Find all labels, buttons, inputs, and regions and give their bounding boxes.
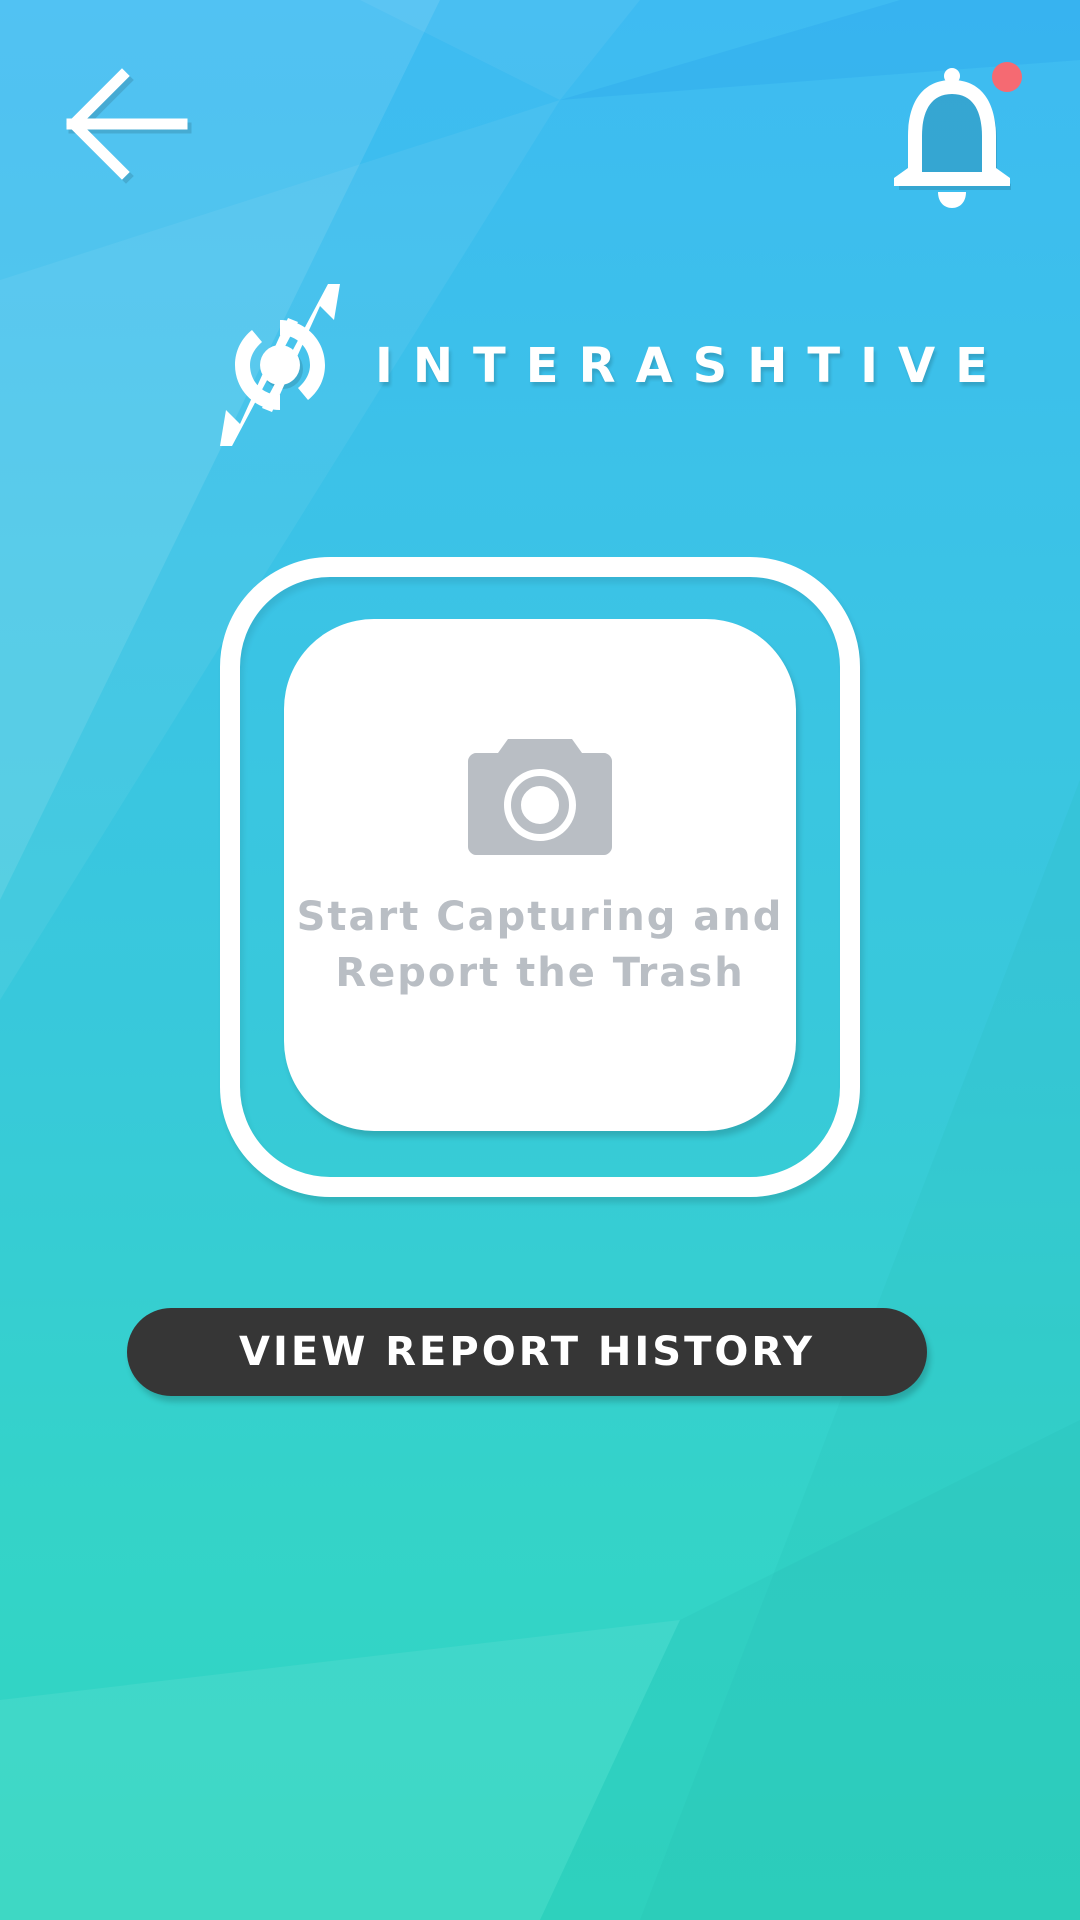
capture-label: Start Capturing and Report the Trash — [296, 894, 784, 996]
back-button[interactable] — [62, 60, 192, 190]
camera-icon — [468, 739, 612, 855]
view-report-history-button[interactable]: VIEW REPORT HISTORY — [127, 1308, 927, 1396]
notification-badge — [992, 62, 1022, 92]
arrow-left-icon — [66, 68, 192, 184]
recycle-arrows-icon — [220, 284, 340, 446]
brand-logo: INTERASHTIVE — [210, 280, 988, 450]
brand-name: INTERASHTIVE — [375, 338, 1008, 394]
capture-button[interactable]: Start Capturing and Report the Trash — [284, 619, 796, 1131]
